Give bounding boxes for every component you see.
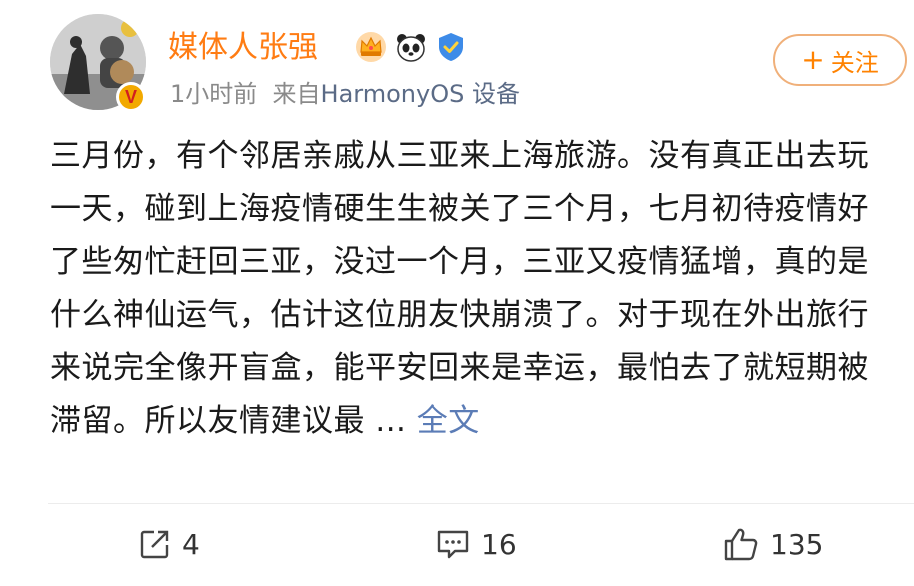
comment-button[interactable]: 16	[435, 522, 517, 566]
verified-badge-icon: V	[116, 82, 146, 112]
post-time: 1小时前	[170, 80, 258, 108]
action-bar: 4 16 135	[0, 510, 914, 580]
post-source[interactable]: HarmonyOS 设备	[321, 80, 520, 108]
author-badges	[354, 30, 468, 64]
like-count: 135	[770, 527, 824, 561]
expand-full-text-link[interactable]: 全文	[417, 403, 480, 439]
panda-badge-icon[interactable]	[394, 30, 428, 64]
repost-icon	[140, 530, 169, 559]
post-text: 三月份，有个邻居亲戚从三亚来上海旅游。没有真正出去玩一天，碰到上海疫情硬生生被关…	[50, 130, 890, 448]
like-button[interactable]: 135	[722, 522, 823, 566]
comment-icon	[437, 530, 469, 559]
shield-badge-icon[interactable]	[434, 30, 468, 64]
post-meta: 1小时前 来自HarmonyOS 设备	[170, 78, 520, 110]
author-name[interactable]: 媒体人张强	[168, 30, 318, 66]
repost-count: 4	[182, 527, 200, 561]
thumbs-up-icon	[724, 528, 758, 561]
divider	[48, 503, 914, 504]
source-prefix: 来自	[272, 80, 321, 108]
comment-count: 16	[481, 527, 517, 561]
follow-label: 关注	[830, 48, 879, 77]
crown-badge-icon[interactable]	[354, 30, 388, 64]
plus-icon: +	[801, 43, 825, 76]
repost-button[interactable]: 4	[138, 522, 200, 566]
follow-button[interactable]: + 关注	[773, 34, 907, 86]
post-body: 三月份，有个邻居亲戚从三亚来上海旅游。没有真正出去玩一天，碰到上海疫情硬生生被关…	[50, 138, 869, 439]
